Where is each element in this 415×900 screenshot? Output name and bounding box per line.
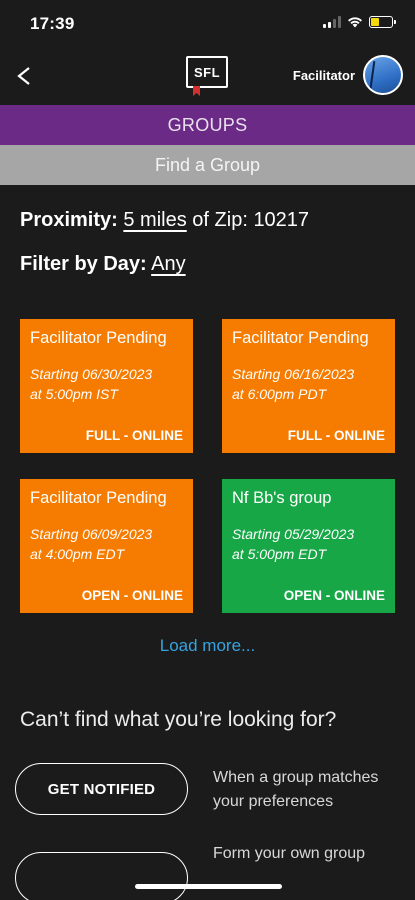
find-group-bar: Find a Group <box>0 145 415 185</box>
section-title-bar: GROUPS <box>0 105 415 145</box>
day-filter-label: Filter by Day: <box>20 253 147 275</box>
nav-bar: SFL Facilitator <box>0 50 415 105</box>
group-card-status: OPEN - ONLINE <box>81 588 183 603</box>
group-card[interactable]: Facilitator Pending Starting 06/09/2023 … <box>20 479 193 613</box>
form-group-description: Form your own group <box>213 845 366 862</box>
group-card-time: at 5:00pm IST <box>30 386 118 402</box>
group-card-status: FULL - ONLINE <box>85 428 183 443</box>
group-card-title: Facilitator Pending <box>30 489 167 507</box>
get-notified-desc-line: When a group matches <box>213 769 379 786</box>
group-card-start: Starting 06/30/2023 <box>30 366 153 382</box>
back-arrow-icon[interactable] <box>12 58 36 94</box>
group-card-status: FULL - ONLINE <box>287 428 385 443</box>
day-filter-select[interactable]: Any <box>151 253 185 275</box>
group-card-time: at 6:00pm PDT <box>232 386 327 402</box>
signal-icon <box>323 16 341 28</box>
battery-icon <box>369 16 396 28</box>
section-title: GROUPS <box>167 114 248 135</box>
group-card-time: at 4:00pm EDT <box>30 546 125 562</box>
group-card-title: Facilitator Pending <box>232 329 369 347</box>
group-card[interactable]: Facilitator Pending Starting 06/30/2023 … <box>20 319 193 453</box>
zip-value[interactable]: 10217 <box>253 209 309 231</box>
logo-ribbon-icon <box>193 86 200 96</box>
day-filter: Filter by Day: Any <box>20 253 186 276</box>
group-card[interactable]: Nf Bb's group Starting 05/29/2023 at 5:0… <box>222 479 395 613</box>
group-card-start: Starting 06/16/2023 <box>232 366 355 382</box>
get-notified-description: When a group matches your preferences <box>213 766 378 814</box>
get-notified-desc-line: your preferences <box>213 793 334 810</box>
app-logo: SFL <box>186 56 228 88</box>
form-group-button[interactable] <box>15 852 188 900</box>
home-indicator <box>135 884 282 889</box>
group-card-start: Starting 05/29/2023 <box>232 526 355 542</box>
cant-find-heading: Can’t find what you’re looking for? <box>20 708 337 731</box>
proximity-of-text: of Zip: <box>192 209 248 231</box>
group-card[interactable]: Facilitator Pending Starting 06/16/2023 … <box>222 319 395 453</box>
group-card-title: Facilitator Pending <box>30 329 167 347</box>
status-time: 17:39 <box>30 14 75 33</box>
group-card-time: at 5:00pm EDT <box>232 546 327 562</box>
group-card-start: Starting 06/09/2023 <box>30 526 153 542</box>
avatar[interactable] <box>363 55 403 95</box>
proximity-filter: Proximity: 5 miles of Zip: 10217 <box>20 209 309 232</box>
status-bar: 17:39 <box>0 0 415 50</box>
find-group-title: Find a Group <box>154 154 261 175</box>
proximity-distance-select[interactable]: 5 miles <box>123 209 186 231</box>
proximity-label: Proximity: <box>20 209 118 231</box>
group-card-title: Nf Bb's group <box>232 489 332 507</box>
role-label[interactable]: Facilitator <box>293 68 355 83</box>
get-notified-button[interactable]: GET NOTIFIED <box>15 763 188 815</box>
load-more-link[interactable]: Load more... <box>0 636 415 656</box>
status-icons <box>323 16 396 28</box>
group-card-status: OPEN - ONLINE <box>283 588 385 603</box>
wifi-icon <box>348 17 362 28</box>
